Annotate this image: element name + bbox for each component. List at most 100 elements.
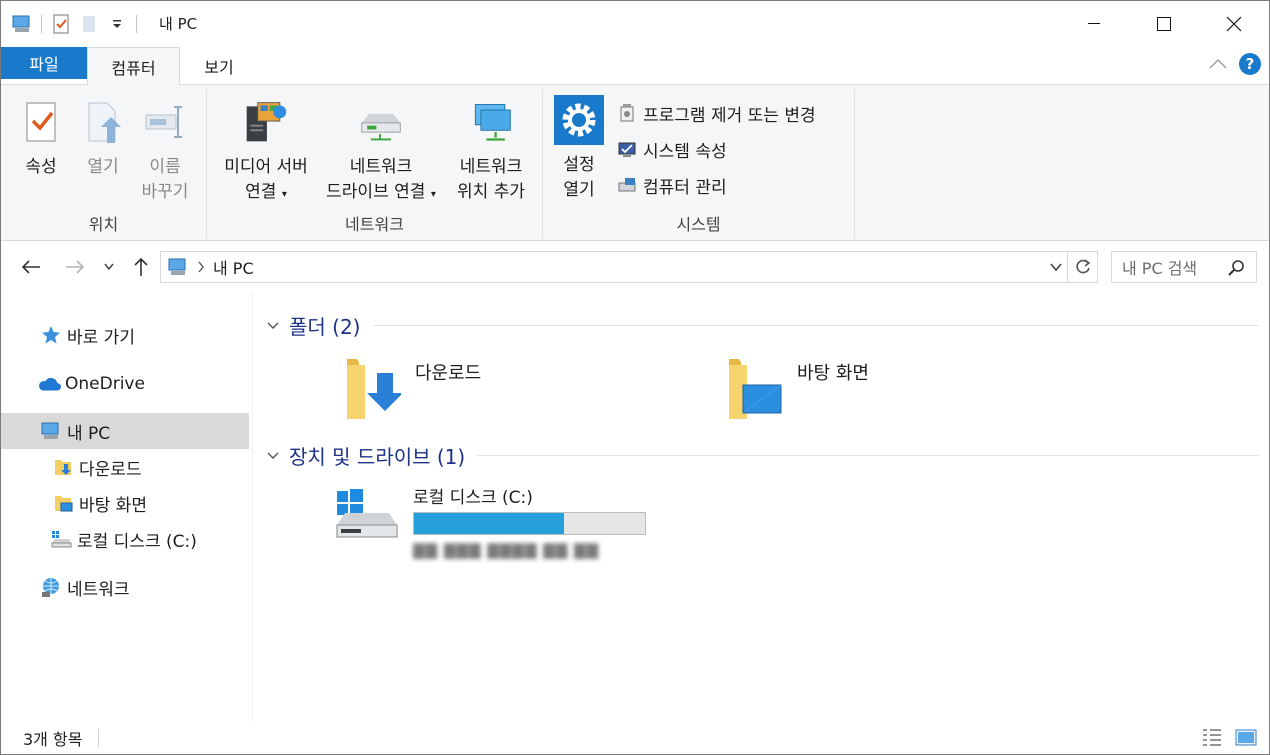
drive-tile-local-disk[interactable]: 로컬 디스크 (C:) ▇▇ ▇▇▇ ▇▇▇▇ ▇▇ ▇▇	[333, 483, 647, 559]
open-settings-button[interactable]: 설정 열기	[551, 93, 607, 203]
minimize-icon	[1088, 23, 1100, 24]
forward-button[interactable]	[63, 255, 87, 279]
properties-icon	[18, 97, 64, 147]
sidebar-item-quick-access[interactable]: 바로 가기	[1, 317, 249, 353]
chevron-down-icon	[104, 263, 114, 271]
window-title: 내 PC	[159, 15, 198, 33]
status-divider	[98, 729, 100, 747]
settings-gear-icon	[554, 93, 604, 147]
refresh-button[interactable]	[1067, 252, 1097, 282]
properties-qat-icon[interactable]	[50, 13, 72, 35]
sidebar-desktop-label: 바탕 화면	[79, 495, 147, 516]
this-pc-icon	[168, 258, 186, 275]
maximize-icon	[1157, 17, 1171, 31]
drive-icon	[49, 528, 73, 550]
properties-label: 속성	[25, 157, 57, 177]
breadcrumb-this-pc[interactable]: 내 PC	[213, 255, 254, 279]
maximize-button[interactable]	[1129, 1, 1199, 47]
group-location: 속성 열기 이름 바꾸기 위치	[1, 89, 207, 239]
group-location-label: 위치	[88, 215, 119, 234]
computer-management-icon	[617, 175, 637, 195]
group-network-label: 네트워크	[345, 215, 404, 234]
open-button[interactable]: 열기	[77, 97, 129, 180]
tab-view[interactable]: 보기	[181, 47, 257, 85]
address-dropdown-icon[interactable]	[1049, 257, 1063, 281]
sidebar-item-this-pc[interactable]: 내 PC	[1, 413, 249, 449]
media-server-label-2-wrap: 연결 ▾	[245, 180, 287, 207]
properties-button[interactable]: 속성	[15, 97, 67, 180]
map-drive-label-2-wrap: 드라이브 연결 ▾	[326, 180, 436, 207]
drive-free-space-text: ▇▇ ▇▇▇ ▇▇▇▇ ▇▇ ▇▇	[413, 541, 600, 559]
drive-info: 로컬 디스크 (C:) ▇▇ ▇▇▇ ▇▇▇▇ ▇▇ ▇▇	[413, 483, 647, 559]
ribbon: 속성 열기 이름 바꾸기 위치 미디어 서버 연결 ▾ 네트워크 드라이브 연결…	[1, 85, 1269, 241]
customize-qat-dropdown-icon[interactable]	[106, 13, 128, 35]
address-bar[interactable]: 내 PC	[160, 251, 1098, 283]
settings-label-2: 열기	[563, 180, 595, 200]
tab-file[interactable]: 파일	[1, 47, 87, 79]
navigation-bar: 내 PC 내 PC 검색	[1, 241, 1269, 293]
devices-section-header[interactable]: 장치 및 드라이브 (1)	[267, 441, 1259, 470]
map-network-drive-button[interactable]: 네트워크 드라이브 연결 ▾	[317, 97, 445, 207]
item-count: 3개 항목	[23, 730, 83, 749]
sidebar-item-network[interactable]: 네트워크	[1, 569, 249, 605]
search-input[interactable]: 내 PC 검색	[1111, 251, 1257, 283]
network-icon	[39, 576, 63, 598]
open-label: 열기	[87, 157, 119, 177]
uninstall-label: 프로그램 제거 또는 변경	[643, 105, 816, 126]
computer-management-button[interactable]: 컴퓨터 관리	[617, 171, 727, 199]
group-system-label: 시스템	[676, 215, 721, 234]
sidebar-item-desktop[interactable]: 바탕 화면	[1, 485, 249, 521]
new-folder-qat-icon[interactable]	[78, 13, 100, 35]
breadcrumb: 내 PC	[161, 255, 254, 279]
folder-name-desktop: 바탕 화면	[797, 363, 869, 384]
media-server-dropdown-icon: ▾	[281, 189, 287, 200]
refresh-icon	[1075, 259, 1090, 274]
folders-section-header[interactable]: 폴더 (2)	[267, 311, 1259, 340]
sidebar-item-onedrive[interactable]: OneDrive	[1, 366, 249, 402]
breadcrumb-chevron-icon[interactable]	[197, 261, 205, 273]
up-button[interactable]	[129, 255, 153, 279]
back-button[interactable]	[19, 255, 43, 279]
section-divider	[372, 325, 1259, 326]
this-pc-icon[interactable]	[11, 13, 33, 35]
desktop-folder-icon	[51, 492, 75, 514]
collapse-chevron-icon	[267, 322, 279, 329]
drive-usage-bar	[413, 512, 646, 535]
add-location-label-2: 위치 추가	[457, 182, 525, 202]
media-server-label-2: 연결	[245, 182, 277, 202]
desktop-folder-large-icon	[729, 359, 782, 419]
close-button[interactable]	[1199, 1, 1269, 47]
tab-computer[interactable]: 컴퓨터	[87, 47, 180, 86]
media-server-button[interactable]: 미디어 서버 연결 ▾	[213, 97, 319, 207]
recent-locations-button[interactable]	[99, 255, 119, 279]
open-icon	[80, 97, 126, 147]
help-icon[interactable]: ?	[1239, 53, 1261, 75]
search-icon[interactable]	[1228, 259, 1246, 277]
quick-access-toolbar	[11, 11, 139, 37]
uninstall-program-button[interactable]: 프로그램 제거 또는 변경	[617, 99, 816, 127]
system-properties-button[interactable]: 시스템 속성	[617, 135, 727, 163]
add-network-location-button[interactable]: 네트워크 위치 추가	[449, 97, 533, 205]
sidebar-quick-access-label: 바로 가기	[67, 327, 135, 348]
collapse-ribbon-icon[interactable]	[1209, 58, 1227, 70]
folder-tile-downloads[interactable]: 다운로드	[343, 355, 481, 421]
sidebar-local-disk-label: 로컬 디스크 (C:)	[77, 531, 197, 552]
ribbon-tabs: 파일 컴퓨터 보기 ?	[1, 47, 1269, 86]
details-view-icon[interactable]	[1201, 727, 1223, 747]
section-divider	[477, 455, 1259, 456]
folder-tile-desktop[interactable]: 바탕 화면	[725, 355, 869, 421]
drive-name: 로컬 디스크 (C:)	[413, 488, 533, 508]
sidebar-downloads-label: 다운로드	[79, 459, 142, 480]
sidebar-item-local-disk[interactable]: 로컬 디스크 (C:)	[1, 521, 249, 557]
rename-label-1: 이름	[149, 157, 181, 177]
media-server-icon	[243, 97, 289, 147]
sidebar-item-downloads[interactable]: 다운로드	[1, 449, 249, 485]
content-area: 폴더 (2) 다운로드 바탕 화면 장치 및 드라이브 (1) 로컬 디스크 (…	[253, 293, 1269, 721]
minimize-button[interactable]	[1059, 1, 1129, 47]
large-icons-view-icon[interactable]	[1235, 727, 1257, 747]
sidebar-network-label: 네트워크	[67, 579, 130, 600]
computer-management-label: 컴퓨터 관리	[643, 177, 727, 198]
sidebar-this-pc-label: 내 PC	[67, 423, 111, 444]
downloads-folder-large-icon	[347, 359, 401, 419]
rename-button[interactable]: 이름 바꾸기	[135, 97, 195, 205]
